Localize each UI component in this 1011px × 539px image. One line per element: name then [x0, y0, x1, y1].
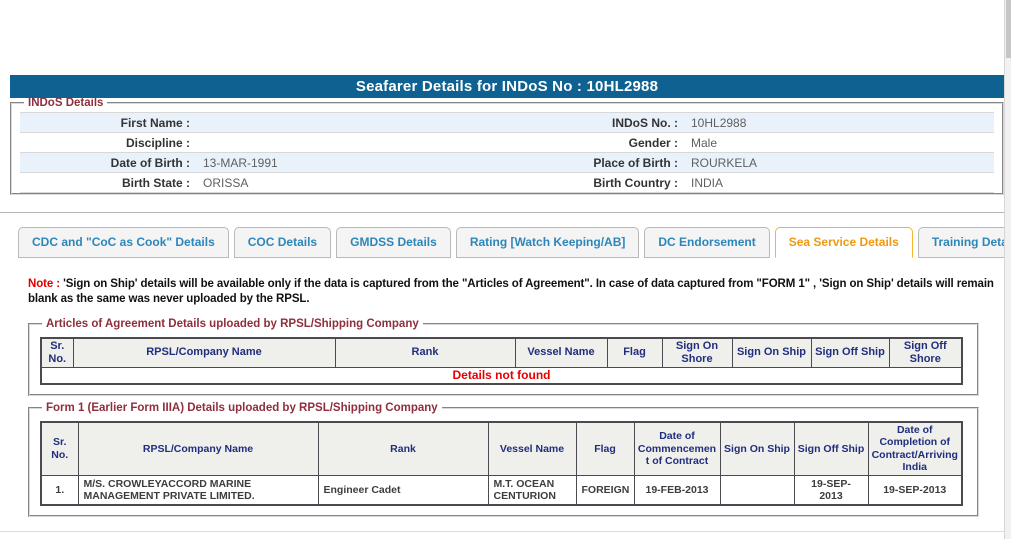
indos-details-fieldset: INDoS Details First Name : INDoS No. : 10H…: [10, 97, 1004, 195]
field-label: Discipline :: [125, 135, 190, 150]
tab-gmdss-details[interactable]: GMDSS Details: [336, 227, 451, 258]
empty-message-row: Details not found: [40, 366, 963, 385]
column-header: Sr. No.: [40, 421, 79, 476]
column-header: Rank: [334, 337, 516, 368]
column-header: Vessel Name: [514, 337, 608, 368]
field-value: Male: [691, 135, 718, 150]
column-header: Date of Commencement of Contract: [633, 421, 721, 476]
empty-message: Details not found: [40, 366, 963, 385]
tab-training-details[interactable]: Training Details: [917, 227, 1011, 258]
table-row: 1. M/S. CROWLEYACCORD MARINE MANAGEMENT P…: [40, 474, 963, 506]
indos-details-legend: INDoS Details: [28, 97, 104, 109]
cell: 1.: [40, 474, 79, 506]
seafarer-details-page: Seafarer Details for INDoS No : 10HL2988…: [0, 0, 1011, 539]
tab-sea-service-details[interactable]: Sea Service Details: [774, 227, 913, 258]
column-header: Sign Off Shore: [888, 337, 963, 368]
field-value: INDIA: [691, 175, 724, 190]
articles-table: Sr. No. RPSL/Company Name Rank Vessel Name F…: [40, 337, 963, 385]
column-header: Date of Completion of Contract/Arriving …: [867, 421, 963, 476]
form1-legend: Form 1 (Earlier Form IIIA) Details uploa…: [46, 402, 438, 414]
scrollbar-thumb[interactable]: [1006, 0, 1011, 58]
field-label: Place of Birth :: [593, 155, 678, 170]
column-header: Flag: [606, 337, 663, 368]
note-text: Note : 'Sign on Ship' details will be av…: [28, 277, 994, 307]
field-value: ROURKELA: [691, 155, 758, 170]
note-body: 'Sign on Ship' details will be available…: [28, 278, 994, 305]
articles-legend: Articles of Agreement Details uploaded b…: [46, 318, 419, 330]
cell: M/S. CROWLEYACCORD MARINE MANAGEMENT PRI…: [77, 474, 319, 506]
column-header: Sign Off Ship: [793, 421, 869, 476]
note-label: Note :: [28, 278, 64, 290]
indos-row: First Name : INDoS No. : 10HL2988: [20, 112, 994, 133]
column-header: RPSL/Company Name: [72, 337, 336, 368]
cell: FOREIGN: [575, 474, 635, 506]
form1-table: Sr. No. RPSL/Company Name Rank Vessel Name F…: [40, 421, 963, 506]
form1-fieldset: Form 1 (Earlier Form IIIA) Details uploa…: [28, 402, 979, 517]
cell: 19-FEB-2013: [633, 474, 721, 506]
tab-rating-watch-keeping-ab[interactable]: Rating [Watch Keeping/AB]: [455, 227, 640, 258]
column-header: Vessel Name: [487, 421, 577, 476]
column-header: Flag: [575, 421, 635, 476]
cell: [719, 474, 795, 506]
field-label: Birth Country :: [593, 175, 678, 190]
field-label: INDoS No. :: [612, 115, 678, 130]
field-label: Gender :: [628, 135, 678, 150]
cell: Engineer Cadet: [317, 474, 489, 506]
field-label: Birth State :: [121, 175, 190, 190]
field-value: 13-MAR-1991: [203, 155, 278, 170]
tab-bar: CDC and "CoC as Cook" Details COC Details…: [18, 227, 1011, 258]
tab-coc-details[interactable]: COC Details: [233, 227, 332, 258]
column-header: Rank: [317, 421, 489, 476]
column-header: Sr. No.: [40, 337, 74, 368]
indos-row: Birth State : ORISSA Birth Country : INDIA: [20, 173, 994, 193]
tab-cdc-and-coc-as-cook-details[interactable]: CDC and "CoC as Cook" Details: [18, 227, 229, 258]
column-header: RPSL/Company Name: [77, 421, 319, 476]
section-divider: [0, 212, 1004, 213]
column-header: Sign On Ship: [719, 421, 795, 476]
indos-row: Discipline : Gender : Male: [20, 133, 994, 153]
cell: 19-SEP-2013: [867, 474, 963, 506]
field-value: 10HL2988: [691, 115, 747, 130]
column-header: Sign On Shore: [661, 337, 733, 368]
articles-of-agreement-fieldset: Articles of Agreement Details uploaded b…: [28, 318, 979, 396]
indos-row: Date of Birth : 13-MAR-1991 Place of Birth…: [20, 153, 994, 173]
cell: M.T. OCEAN CENTURION: [487, 474, 577, 506]
indos-details-rows: First Name : INDoS No. : 10HL2988 Disciplin…: [20, 112, 994, 193]
column-header: Sign Off Ship: [810, 337, 890, 368]
vertical-scrollbar[interactable]: [1004, 0, 1011, 539]
field-label: First Name :: [120, 115, 190, 130]
page-title: Seafarer Details for INDoS No : 10HL2988: [10, 75, 1004, 98]
table-header-row: Sr. No. RPSL/Company Name Rank Vessel Name F…: [40, 337, 963, 368]
table-header-row: Sr. No. RPSL/Company Name Rank Vessel Name F…: [40, 421, 963, 476]
bottom-divider: [0, 531, 1004, 532]
field-value: ORISSA: [203, 175, 249, 190]
field-label: Date of Birth :: [110, 155, 190, 170]
cell: 19-SEP-2013: [793, 474, 869, 506]
column-header: Sign On Ship: [731, 337, 812, 368]
tab-dc-endorsement[interactable]: DC Endorsement: [644, 227, 770, 258]
